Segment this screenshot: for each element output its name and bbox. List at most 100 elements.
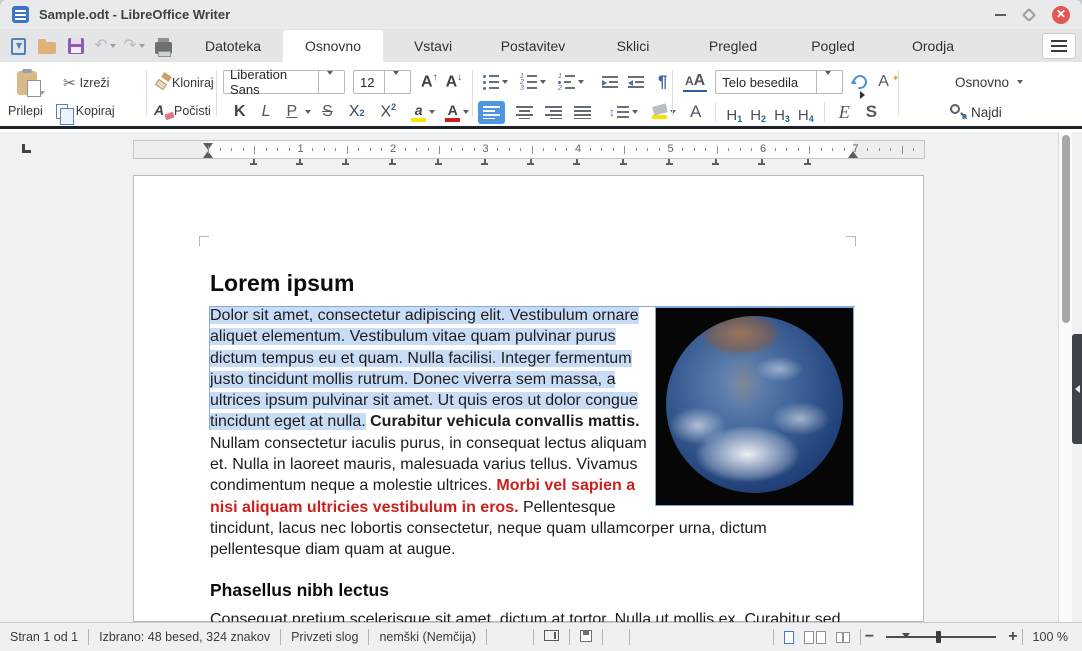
tab-datoteka[interactable]: Datoteka	[183, 30, 283, 62]
tab-pogled[interactable]: Pogled	[783, 30, 883, 62]
menubar-toggle-button[interactable]	[1042, 33, 1076, 59]
vertical-scrollbar[interactable]	[1058, 132, 1072, 622]
default-style-button[interactable]: A	[682, 100, 709, 124]
copy-button[interactable]: Kopiraj	[53, 99, 118, 125]
tab-sklici[interactable]: Sklici	[583, 30, 683, 62]
clear-formatting-button[interactable]: A Počisti	[151, 99, 214, 123]
tab-stop-selector[interactable]	[22, 144, 31, 153]
save-status[interactable]	[570, 629, 602, 645]
page-count-status[interactable]: Stran 1 od 1	[0, 630, 88, 644]
font-size-combobox[interactable]: 12	[353, 70, 411, 94]
emphasis-style-button[interactable]: E	[831, 100, 858, 124]
styleset-dropdown[interactable]: Osnovno	[952, 70, 1026, 94]
font-color-button[interactable]: A	[442, 100, 472, 124]
formatting-marks-button[interactable]: ¶	[655, 70, 670, 94]
sidebar-toggle-handle[interactable]	[1072, 334, 1082, 444]
ruler-tick	[635, 148, 637, 151]
close-button[interactable]: ✕	[1052, 5, 1070, 24]
increase-indent-button[interactable]	[599, 70, 621, 94]
align-right-button[interactable]	[542, 100, 565, 124]
heading2-style-button[interactable]: H2	[746, 100, 770, 124]
minimize-button[interactable]	[995, 13, 1006, 16]
language-status[interactable]: nemški (Nemčija)	[369, 630, 486, 644]
zoom-slider[interactable]	[886, 630, 997, 644]
tab-stop-mark	[619, 159, 627, 165]
subscript-button[interactable]: X2	[341, 100, 373, 124]
tab-pregled[interactable]: Pregled	[683, 30, 783, 62]
cut-button[interactable]: ✂ Izreži	[60, 71, 112, 95]
underline-button[interactable]: P	[278, 100, 314, 124]
bullet-list-button[interactable]	[480, 70, 511, 94]
horizontal-ruler[interactable]: 1 2 3 4 5 6 7	[133, 140, 925, 159]
save-button[interactable]	[66, 36, 86, 56]
word-count-status[interactable]: Izbrano: 48 besed, 324 znakov	[89, 630, 280, 644]
find-button[interactable]: a Najdi	[946, 100, 1005, 124]
increase-font-size-button[interactable]: A↑	[417, 70, 442, 94]
paragraph-style-combobox[interactable]: Telo besedila	[715, 70, 844, 94]
heading3-style-button[interactable]: H3	[770, 100, 794, 124]
view-layout-switcher	[774, 630, 860, 644]
ruler-tick	[427, 148, 429, 151]
redo-dropdown-caret	[138, 44, 145, 48]
italic-button[interactable]: L	[254, 100, 279, 124]
underline-icon: P	[286, 103, 298, 120]
paragraph-1: Dolor sit amet, consectetur adipiscing e…	[210, 305, 854, 561]
ruler-tick	[624, 146, 626, 154]
bold-button[interactable]: K	[226, 100, 254, 124]
paragraph-style-status[interactable]: Privzeti slog	[281, 630, 368, 644]
heading1-style-button[interactable]: H1	[722, 100, 746, 124]
redo-button[interactable]: ↷	[123, 36, 145, 56]
decrease-font-size-button[interactable]: A↓	[442, 70, 467, 94]
character-style-button[interactable]: AA	[680, 70, 710, 94]
strong-style-button[interactable]: S	[858, 100, 885, 124]
paragraph-background-button[interactable]	[649, 100, 679, 124]
new-document-button[interactable]	[8, 36, 28, 56]
vertical-scrollbar-thumb[interactable]	[1062, 135, 1070, 323]
heading4-style-button[interactable]: H4	[794, 100, 818, 124]
strikethrough-button[interactable]: S	[314, 100, 341, 124]
insert-mode-status[interactable]	[534, 630, 569, 644]
tab-osnovno[interactable]: Osnovno	[283, 30, 383, 62]
clear-formatting-icon: A	[154, 102, 175, 121]
paragraph-background-caret-icon	[670, 110, 676, 114]
ruler-tick	[369, 148, 371, 151]
numbered-list-button[interactable]: 123	[517, 70, 549, 94]
ruler-tick	[820, 148, 822, 151]
justify-button[interactable]	[571, 100, 594, 124]
tab-vstavi[interactable]: Vstavi	[383, 30, 483, 62]
zoom-out-button[interactable]: −	[861, 629, 878, 645]
align-left-button[interactable]	[478, 100, 505, 124]
zoom-slider-thumb[interactable]	[936, 631, 942, 643]
zoom-level-status[interactable]: 100 %	[1023, 630, 1082, 644]
ruler-tick	[601, 148, 603, 151]
zoom-in-button[interactable]: +	[1004, 629, 1021, 645]
outline-list-button[interactable]: 12	[555, 70, 587, 94]
paste-label[interactable]: Prilepi	[8, 104, 43, 118]
superscript-button[interactable]: X2	[373, 100, 405, 124]
paste-button[interactable]	[14, 69, 48, 97]
page[interactable]: Lorem ipsum Dolor sit amet, consectetur …	[133, 175, 924, 622]
book-view-button[interactable]	[835, 631, 850, 643]
decrease-indent-button[interactable]	[625, 70, 647, 94]
paragraph-style-caret-icon	[825, 70, 832, 90]
restore-button[interactable]	[1021, 7, 1037, 22]
print-button[interactable]	[153, 36, 173, 57]
single-page-view-button[interactable]	[783, 630, 794, 644]
text-run: ultrices ipsum pulvinar sit amet. Ut qui…	[210, 392, 638, 410]
tab-orodja[interactable]: Orodja	[883, 30, 983, 62]
line-spacing-button[interactable]: ↕	[606, 100, 641, 124]
align-center-button[interactable]	[513, 100, 536, 124]
earth-image[interactable]	[655, 307, 854, 506]
subscript-icon: X2	[348, 103, 365, 120]
text-body[interactable]: Lorem ipsum Dolor sit amet, consectetur …	[210, 176, 854, 622]
toolbar-overflow-arrow[interactable]	[860, 91, 865, 99]
multi-page-view-button[interactable]	[803, 630, 826, 644]
font-name-combobox[interactable]: Liberation Sans	[223, 67, 345, 97]
ruler-tick	[774, 148, 776, 151]
tab-postavitev[interactable]: Postavitev	[483, 30, 583, 62]
highlight-color-button[interactable]: a	[408, 100, 438, 124]
open-button[interactable]	[37, 36, 57, 56]
undo-button[interactable]: ↶	[94, 36, 116, 56]
decrease-size-icon: A↓	[445, 72, 463, 91]
clone-formatting-button[interactable]: Kloniraj	[151, 71, 217, 95]
